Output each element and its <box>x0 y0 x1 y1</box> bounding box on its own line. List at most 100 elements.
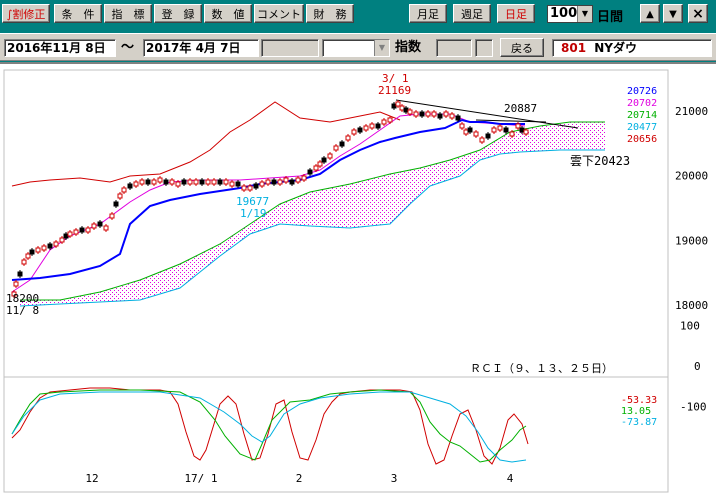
cloud-label-annotation: 雲下20423 <box>570 154 630 168</box>
candle-body <box>199 179 205 185</box>
rci-tick-label: 100 <box>680 320 700 333</box>
close-button[interactable]: × <box>688 4 708 23</box>
candle-body <box>473 131 479 137</box>
indicator-button[interactable]: 指 標 <box>104 4 152 23</box>
candle-body <box>145 179 151 185</box>
candle-body <box>283 177 289 183</box>
days-label: 日間 <box>597 10 624 25</box>
daily-button[interactable]: 日足 <box>497 4 535 23</box>
candle-body <box>357 127 363 133</box>
blank-field-1 <box>261 39 319 57</box>
candle-body <box>381 119 387 125</box>
candle-body <box>117 193 123 199</box>
candle-body <box>193 179 199 185</box>
blank-field-3 <box>475 39 493 57</box>
candle-body <box>289 179 295 185</box>
chevron-down-icon[interactable]: ▼ <box>577 6 592 22</box>
candle-body <box>59 237 65 243</box>
candle-body <box>163 179 169 185</box>
candle-body <box>321 157 327 163</box>
candle-body <box>515 123 521 129</box>
weekly-button[interactable]: 週足 <box>453 4 491 23</box>
candle-body <box>363 125 369 131</box>
candle-body <box>467 127 473 133</box>
values-button[interactable]: 数 値 <box>204 4 252 23</box>
candle-body <box>509 131 515 137</box>
comment-button[interactable]: コメント <box>254 4 304 23</box>
days-select[interactable]: 100 ▼ <box>547 5 593 23</box>
candle-body <box>247 185 253 191</box>
candle-body <box>333 145 339 151</box>
price-tick-label: 20000 <box>675 170 708 183</box>
candle-body <box>181 179 187 185</box>
candle-body <box>91 223 97 229</box>
end-date-field[interactable]: 2017年 4月 7日 <box>143 39 259 57</box>
index-label: 指数 <box>395 40 422 55</box>
rci-value-label: -73.87 <box>621 417 657 428</box>
rci-value-label: -53.33 <box>621 395 657 406</box>
chevron-down-icon[interactable]: ▼ <box>374 40 389 56</box>
candle-body <box>217 179 223 185</box>
candle-body <box>387 117 393 123</box>
candle-body <box>295 177 301 183</box>
candle-body <box>317 161 323 167</box>
back-button[interactable]: 戻る <box>500 38 544 57</box>
candle-body <box>345 135 351 141</box>
scroll-down-button[interactable]: ▼ <box>663 4 683 23</box>
series-value-label: 20726 <box>627 86 657 97</box>
conditions-button[interactable]: 条 件 <box>54 4 102 23</box>
candle-body <box>21 259 27 265</box>
candle-body <box>67 231 73 237</box>
x-tick-label: 2 <box>296 472 303 485</box>
candle-body <box>175 181 181 187</box>
candle-body <box>431 111 437 117</box>
symbol-code: 801 <box>561 41 587 55</box>
price-tick-label: 19000 <box>675 234 708 247</box>
candle-body <box>265 179 271 185</box>
split-correction-button[interactable]: ∫割修正 <box>2 4 50 23</box>
candle-body <box>375 123 381 129</box>
candle-body <box>271 179 277 185</box>
rci-tick-label: 0 <box>694 360 701 373</box>
candle-body <box>127 183 133 189</box>
candle-body <box>479 137 485 143</box>
price-chart: 2100020000190001800020726207022071420477… <box>3 69 708 493</box>
start-date-field[interactable]: 2016年11月 8日 <box>4 39 116 57</box>
candle-body <box>491 127 497 133</box>
rci-13-line <box>11 389 527 463</box>
candle-body <box>497 125 503 131</box>
candle-body <box>25 253 31 259</box>
candle-body <box>339 141 345 147</box>
register-button[interactable]: 登 録 <box>154 4 202 23</box>
candle-body <box>425 111 431 117</box>
candle-body <box>139 179 145 185</box>
candle-body <box>85 227 91 233</box>
monthly-button[interactable]: 月足 <box>409 4 447 23</box>
candle-body <box>253 183 259 189</box>
series-value-label: 20656 <box>627 134 657 145</box>
candle-body <box>187 179 193 185</box>
candle-body <box>63 233 69 239</box>
series-value-label: 20714 <box>627 110 657 121</box>
chart-panel: 21000 20000 19000 18000 20726 20702 20714 20477… <box>0 62 716 495</box>
range-toolbar: 2016年11月 8日 ～ 2017年 4月 7日 ▼ 指数 戻る 801 NY… <box>0 33 716 61</box>
candle-body <box>443 111 449 117</box>
candle-body <box>419 111 425 117</box>
symbol-field[interactable]: 801 NYダウ <box>552 39 712 57</box>
candle-body <box>369 123 375 129</box>
candle-body <box>313 165 319 171</box>
candle-body <box>53 241 59 247</box>
candle-body <box>97 221 103 227</box>
candle-body <box>437 113 443 119</box>
candle-body <box>449 113 455 119</box>
index-select[interactable]: ▼ <box>322 39 390 57</box>
candle-body <box>463 129 469 135</box>
candle-body <box>13 281 19 287</box>
x-tick-label: 12 <box>85 472 98 485</box>
candle-body <box>103 225 109 231</box>
candle-body <box>395 101 401 107</box>
scroll-up-button[interactable]: ▲ <box>640 4 660 23</box>
candle-body <box>121 187 127 193</box>
candle-body <box>399 105 405 111</box>
financials-button[interactable]: 財 務 <box>306 4 354 23</box>
